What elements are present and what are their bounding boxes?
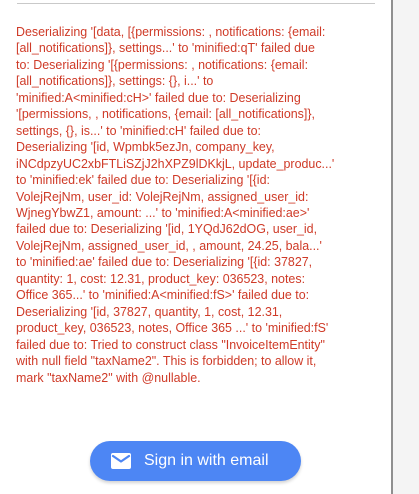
sign-in-with-email-button[interactable]: Sign in with email (90, 441, 301, 481)
scroll-rail[interactable] (391, 0, 393, 494)
right-gutter (391, 0, 419, 494)
top-divider (17, 3, 375, 4)
error-message: Deserializing '[data, [{permissions: , n… (16, 25, 335, 385)
sign-in-button-label: Sign in with email (144, 452, 269, 469)
login-page: Deserializing '[data, [{permissions: , n… (0, 0, 391, 494)
mail-icon (110, 451, 132, 471)
